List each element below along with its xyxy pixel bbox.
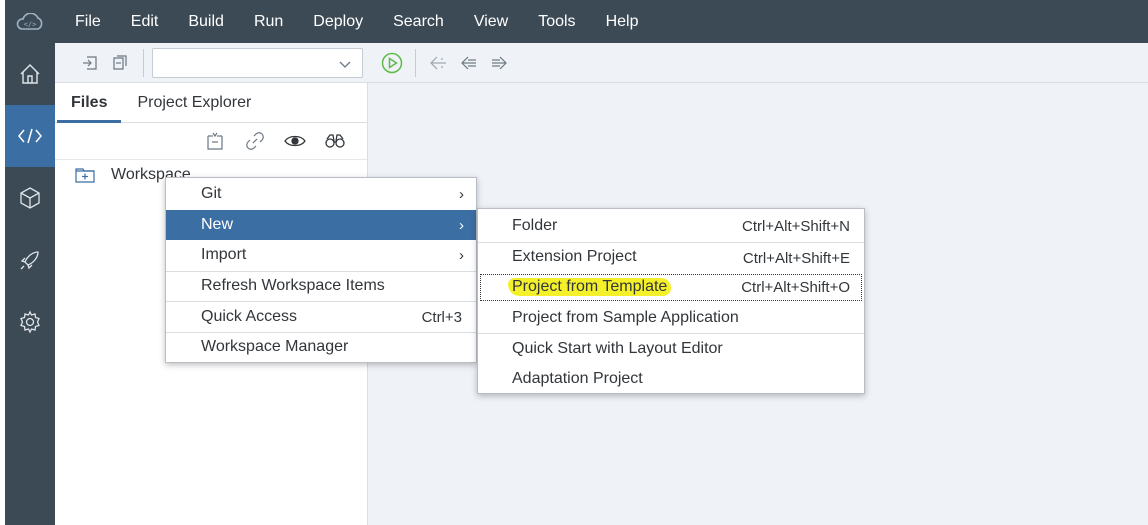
export-icon [113,54,127,70]
chevron-down-icon [339,61,351,68]
menu-view[interactable]: View [474,13,508,31]
menu-item-label: Workspace Manager [201,338,349,356]
toolbar-separator [415,48,416,77]
context-menu: Git › New › Import › Refresh Workspace I… [165,177,477,363]
context-menu-quick-access[interactable]: Quick Access Ctrl+3 [166,301,476,332]
new-quick-start-layout-editor[interactable]: Quick Start with Layout Editor [478,333,864,364]
menu-file[interactable]: File [75,13,101,31]
menu-item-label: Refresh Workspace Items [201,277,385,295]
new-folder[interactable]: Folder Ctrl+Alt+Shift+N [478,211,864,242]
code-icon [18,128,42,144]
gear-icon [20,310,40,334]
context-menu-import[interactable]: Import › [166,240,476,271]
forward-button[interactable] [484,48,514,78]
new-extension-project[interactable]: Extension Project Ctrl+Alt+Shift+E [478,241,864,273]
export-button[interactable] [105,48,135,78]
menu-item-label: Extension Project [512,248,637,266]
svg-text:</>: </> [24,20,37,28]
nav-rail [5,43,55,525]
eye-icon [284,135,306,147]
shortcut-label: Ctrl+Alt+Shift+O [741,279,850,296]
tab-project-explorer[interactable]: Project Explorer [121,94,265,122]
menu-edit[interactable]: Edit [131,13,159,31]
folder-expand-icon [75,168,95,183]
tab-files[interactable]: Files [55,94,122,123]
arrow-right-icon [492,56,507,69]
run-config-select[interactable] [152,47,363,78]
rail-deploy[interactable] [5,229,55,291]
new-submenu: Folder Ctrl+Alt+Shift+N Extension Projec… [477,208,865,394]
rail-settings[interactable] [5,291,55,353]
chevron-right-icon: › [459,186,464,203]
menu-item-label: Quick Access [201,307,298,325]
context-menu-new[interactable]: New › [166,209,476,240]
link-editor-button[interactable] [235,126,275,156]
run-button[interactable] [377,48,407,78]
context-menu-refresh[interactable]: Refresh Workspace Items [166,270,476,302]
new-adaptation-project[interactable]: Adaptation Project [478,364,864,395]
menu-item-label: New [201,215,234,233]
menu-tools[interactable]: Tools [538,13,575,31]
play-icon [381,52,403,73]
context-menu-git[interactable]: Git › [166,179,476,210]
rail-home[interactable] [5,43,55,105]
menu-item-label: Import [201,246,247,264]
shortcut-label: Ctrl+Alt+Shift+N [742,218,850,235]
cloud-code-logo-icon[interactable]: </> [5,0,55,43]
rail-development[interactable] [5,105,55,167]
menu-item-label: Folder [512,217,558,235]
new-project-from-sample[interactable]: Project from Sample Application [478,303,864,334]
last-edit-button[interactable] [424,48,454,78]
new-project-from-template[interactable]: Project from Template Ctrl+Alt+Shift+O [478,272,864,303]
chevron-right-icon: › [459,247,464,264]
back-button[interactable] [454,48,484,78]
panel-toolbar [55,123,367,160]
binoculars-icon [325,134,345,148]
back-to-edit-icon [430,56,446,69]
rocket-icon [20,251,39,270]
toolbar [55,43,1148,83]
chevron-right-icon: › [459,216,464,234]
menu-bar: </> File Edit Build Run Deploy Search Vi… [5,0,1148,43]
home-icon [20,64,40,84]
link-icon [246,132,264,150]
menu-item-label: Git [201,185,222,203]
rail-services[interactable] [5,167,55,229]
shortcut-label: Ctrl+Alt+Shift+E [742,249,850,267]
menu-deploy[interactable]: Deploy [313,13,363,31]
menu-item-label: Adaptation Project [512,369,643,387]
shortcut-label: Ctrl+3 [421,309,462,326]
import-icon [83,55,97,70]
menu-build[interactable]: Build [188,13,224,31]
context-menu-workspace-manager[interactable]: Workspace Manager [166,331,476,363]
menu-search[interactable]: Search [393,13,444,31]
toolbar-separator [143,48,144,77]
import-button[interactable] [75,48,105,78]
cube-icon [20,187,40,209]
menu-help[interactable]: Help [606,13,639,31]
collapse-all-button[interactable] [195,126,235,156]
arrow-left-icon [461,56,476,69]
menu-run[interactable]: Run [254,13,283,31]
show-hidden-button[interactable] [275,126,315,156]
collapse-icon [207,132,223,150]
panel-tabs: Files Project Explorer [55,83,367,123]
menu-item-label: Project from Sample Application [512,308,739,326]
menu-item-label: Quick Start with Layout Editor [512,339,723,357]
search-workspace-button[interactable] [315,126,355,156]
menu-item-label: Project from Template [508,278,672,297]
